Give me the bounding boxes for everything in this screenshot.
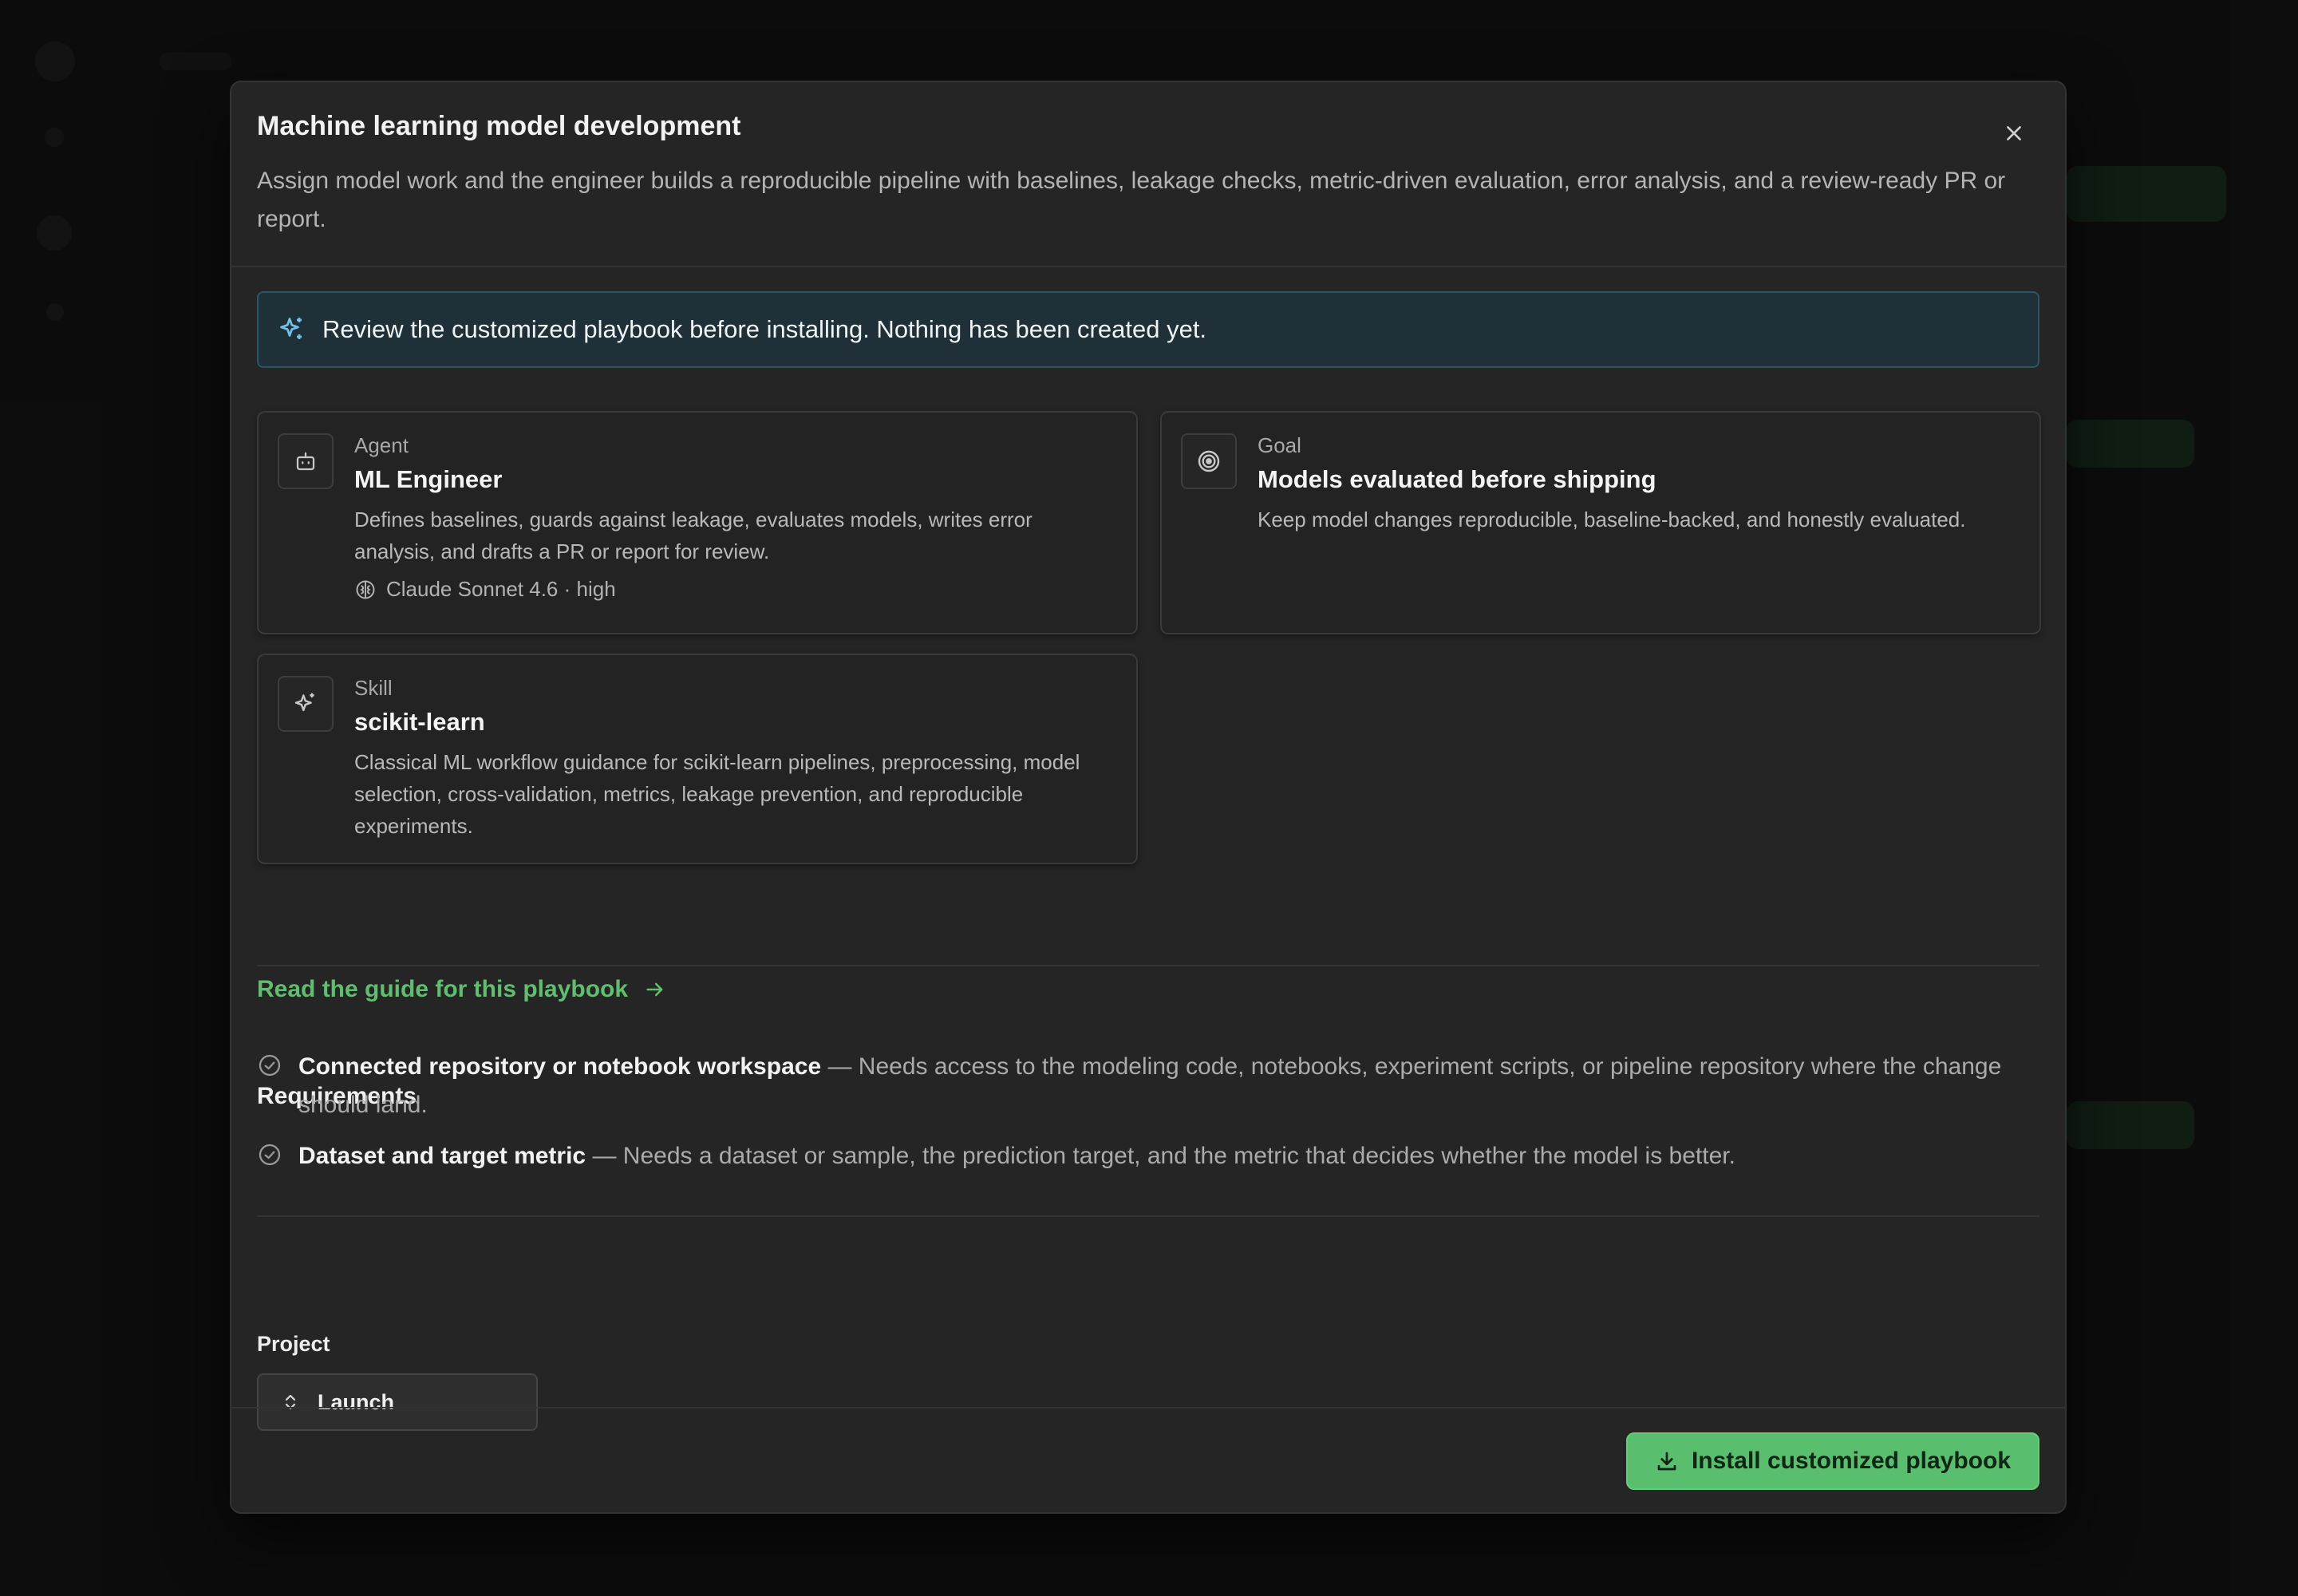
guide-link-label: Read the guide for this playbook: [257, 976, 629, 1002]
sparkles-icon: [278, 315, 306, 344]
brain-icon: [356, 580, 375, 598]
section-divider: [257, 1215, 2039, 1217]
install-button-label: Install customized playbook: [1691, 1448, 2012, 1474]
requirement-name: Connected repository or notebook workspa…: [298, 1053, 822, 1080]
card-description: Defines baselines, guards against leakag…: [354, 508, 1033, 563]
sparkles-icon: [278, 676, 334, 732]
notice-text: Review the customized playbook before in…: [322, 315, 1207, 343]
target-icon: [1181, 433, 1237, 489]
model-name: Claude Sonnet 4.6 · high: [386, 577, 616, 601]
agent-card[interactable]: Agent ML Engineer Defines baselines, gua…: [257, 411, 1138, 634]
card-description: Classical ML workflow guidance for sciki…: [354, 750, 1080, 838]
chevrons-up-down-icon: [285, 1394, 296, 1410]
skill-card[interactable]: Skill scikit-learn Classical ML workflow…: [257, 654, 1138, 864]
project-selected-value: Launch: [318, 1389, 395, 1414]
install-playbook-button[interactable]: Install customized playbook: [1626, 1432, 2039, 1490]
download-icon: [1657, 1452, 1676, 1471]
requirement-name: Dataset and target metric: [298, 1143, 586, 1169]
guide-link[interactable]: Read the guide for this playbook: [257, 976, 666, 1003]
requirement-detail: Needs a dataset or sample, the predictio…: [622, 1143, 1735, 1169]
card-description: Keep model changes reproducible, baselin…: [1258, 508, 1966, 531]
check-circle-icon: [259, 1054, 281, 1077]
project-select[interactable]: Launch: [257, 1373, 538, 1431]
close-icon: [2007, 126, 2021, 140]
card-kicker: Goal: [1258, 433, 1301, 457]
card-title: ML Engineer: [354, 465, 503, 493]
card-kicker: Skill: [354, 676, 393, 700]
check-circle-icon: [259, 1144, 281, 1166]
card-kicker: Agent: [354, 433, 409, 457]
goal-card[interactable]: Goal Models evaluated before shipping Ke…: [1160, 411, 2041, 634]
close-button[interactable]: [1998, 117, 2030, 149]
model-meta: Claude Sonnet 4.6 · high: [354, 577, 616, 602]
playbook-dialog: Machine learning model development Assig…: [230, 81, 2067, 1514]
dialog-description: Assign model work and the engineer build…: [257, 168, 2006, 232]
requirement-separator: —: [821, 1053, 859, 1080]
dialog-title: Machine learning model development: [257, 111, 741, 141]
review-notice: Review the customized playbook before in…: [257, 291, 2039, 368]
dialog-header: Machine learning model development Assig…: [231, 82, 2065, 267]
card-title: Models evaluated before shipping: [1258, 465, 1656, 493]
requirement-separator: —: [586, 1143, 623, 1169]
project-label: Project: [257, 1332, 330, 1356]
section-divider: [257, 965, 2039, 966]
requirement-item: Connected repository or notebook workspa…: [257, 1048, 2039, 1124]
requirement-item: Dataset and target metric — Needs a data…: [257, 1137, 2039, 1175]
robot-icon: [278, 433, 334, 489]
arrow-right-icon: [646, 982, 663, 997]
card-title: scikit-learn: [354, 708, 485, 736]
footer-divider: [231, 1407, 2065, 1408]
